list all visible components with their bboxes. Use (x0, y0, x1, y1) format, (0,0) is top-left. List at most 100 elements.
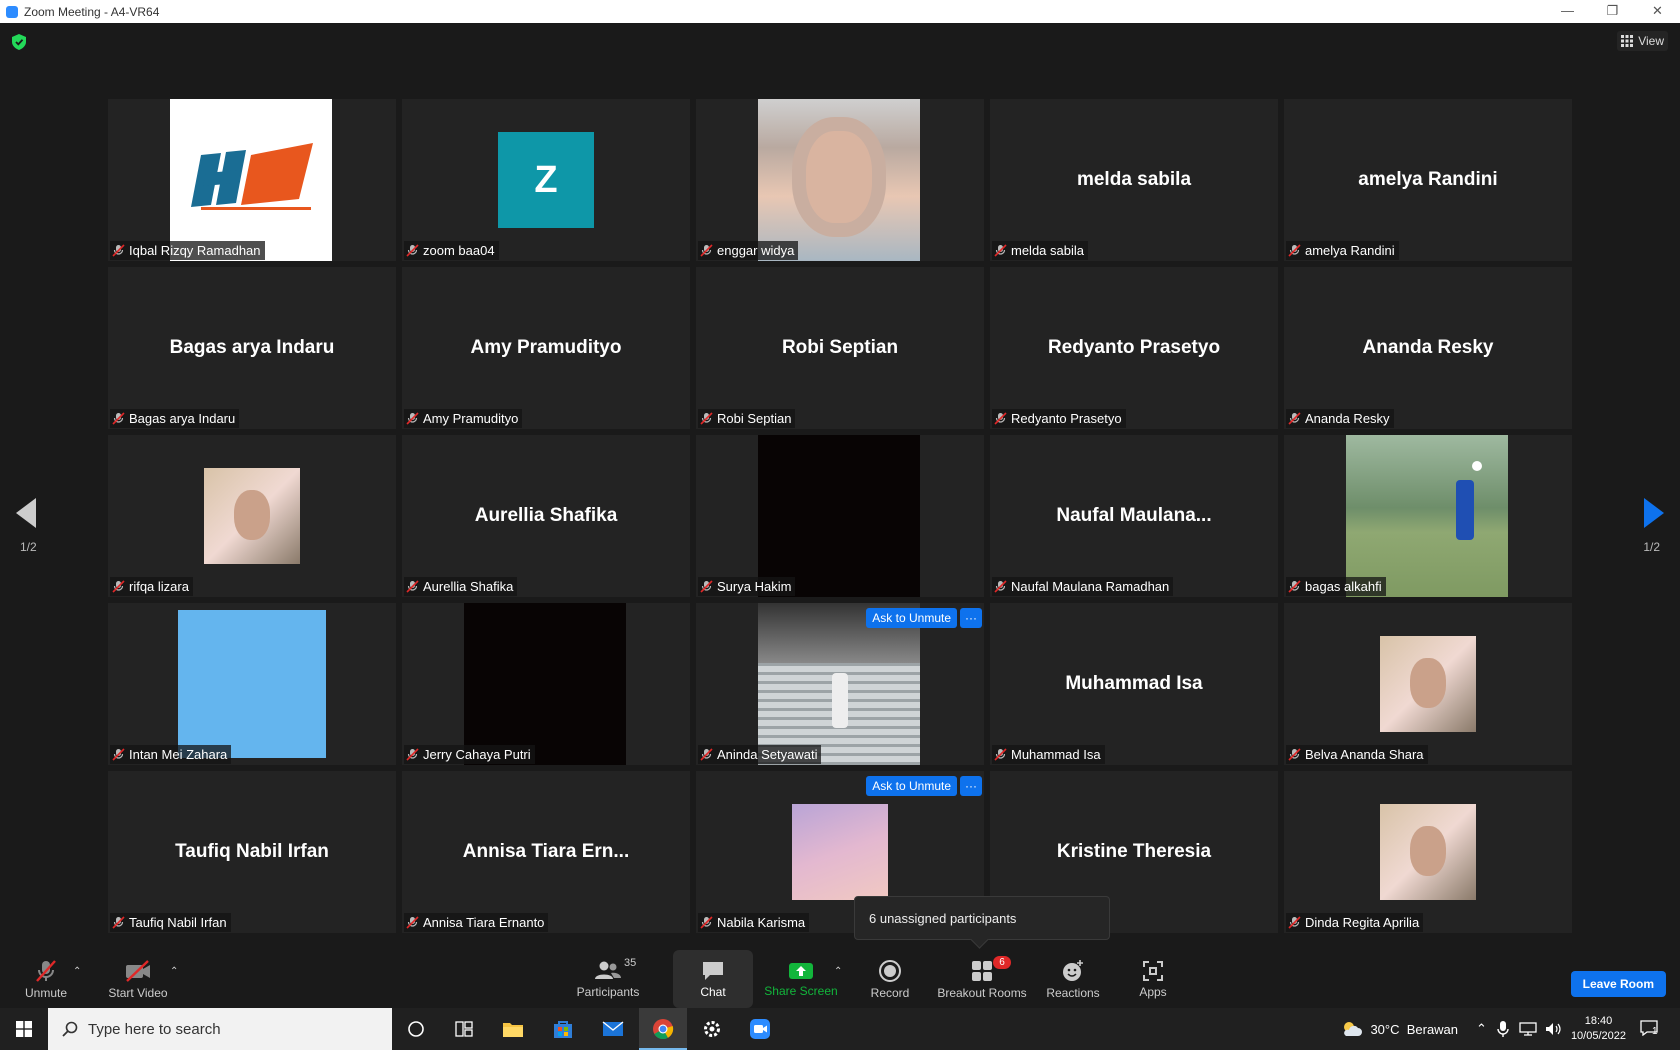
next-page-icon[interactable] (1644, 498, 1664, 528)
weather-text[interactable]: 30°C Berawan (1370, 1022, 1458, 1037)
unmute-button[interactable]: Unmute (18, 950, 74, 1008)
apps-button[interactable]: Apps (1138, 950, 1168, 1008)
record-button[interactable]: Record (867, 950, 913, 1008)
task-view-icon[interactable] (451, 1016, 477, 1042)
ask-to-unmute-button[interactable]: Ask to Unmute (866, 776, 957, 796)
participants-label: Participants (576, 984, 640, 999)
mail-icon[interactable] (600, 1016, 626, 1042)
network-icon[interactable] (1519, 1022, 1537, 1036)
restore-icon[interactable]: ❐ (1590, 0, 1635, 23)
volume-icon[interactable] (1545, 1022, 1563, 1036)
participant-name-label: Dinda Regita Aprilia (1286, 913, 1424, 932)
participant-name-label: Nabila Karisma (698, 913, 810, 932)
participant-tile[interactable]: Naufal Maulana... Naufal Maulana Ramadhan (990, 435, 1278, 597)
muted-microphone-icon (406, 244, 419, 257)
chrome-icon[interactable] (650, 1016, 676, 1042)
muted-microphone-icon (406, 748, 419, 761)
muted-microphone-icon (112, 412, 125, 425)
participant-tile[interactable]: Surya Hakim (696, 435, 984, 597)
shield-icon[interactable] (12, 34, 26, 50)
avatar-photo (1380, 804, 1476, 900)
share-screen-button[interactable]: Share Screen (764, 950, 838, 1008)
participant-tile[interactable]: Jerry Cahaya Putri (402, 603, 690, 765)
participant-tile[interactable]: Zzoom baa04 (402, 99, 690, 261)
ask-to-unmute-button[interactable]: Ask to Unmute (866, 608, 957, 628)
participant-tile[interactable]: Belva Ananda Shara (1284, 603, 1572, 765)
notifications-button[interactable]: 1 (1640, 1019, 1666, 1039)
apps-icon (1143, 960, 1163, 981)
participant-name: Nabila Karisma (717, 915, 806, 930)
breakout-rooms-button[interactable]: Breakout Rooms (936, 950, 1028, 1008)
participant-name-label: bagas alkahfi (1286, 577, 1386, 596)
reactions-button[interactable]: Reactions (1046, 950, 1100, 1008)
participant-tile[interactable]: rifqa lizara (108, 435, 396, 597)
show-hidden-icons-icon[interactable]: ⌃ (1476, 1021, 1487, 1037)
participant-tile[interactable]: bagas alkahfi (1284, 435, 1572, 597)
more-options-button[interactable]: ··· (960, 608, 982, 628)
reactions-label: Reactions (1046, 985, 1100, 1000)
participant-tile[interactable]: melda sabila melda sabila (990, 99, 1278, 261)
cortana-icon[interactable] (403, 1016, 429, 1042)
view-button[interactable]: View (1617, 31, 1668, 51)
participant-display-name: amelya Randini (1358, 169, 1498, 190)
participant-tile[interactable]: Redyanto Prasetyo Redyanto Prasetyo (990, 267, 1278, 429)
participant-tile[interactable]: Muhammad Isa Muhammad Isa (990, 603, 1278, 765)
participant-display-name: Aurellia Shafika (474, 505, 618, 526)
leave-room-button[interactable]: Leave Room (1570, 971, 1666, 997)
settings-gear-icon[interactable] (699, 1016, 725, 1042)
video-options-caret-icon[interactable]: ⌃ (170, 966, 178, 977)
participant-tile[interactable]: Bagas arya Indaru Bagas arya Indaru (108, 267, 396, 429)
taskbar-clock[interactable]: 18:40 10/05/2022 (1571, 1014, 1626, 1044)
taskbar-search-box[interactable]: Type here to search (48, 1008, 392, 1050)
participant-name: rifqa lizara (129, 579, 189, 594)
participant-tile[interactable]: amelya Randini amelya Randini (1284, 99, 1572, 261)
participants-count: 35 (624, 957, 637, 969)
apps-label: Apps (1139, 984, 1167, 999)
zoom-taskbar-icon[interactable] (747, 1016, 773, 1042)
start-video-button[interactable]: Start Video (106, 950, 170, 1008)
clock-time: 18:40 (1584, 1015, 1613, 1027)
share-options-caret-icon[interactable]: ⌃ (834, 966, 842, 977)
minimize-icon[interactable]: — (1545, 0, 1590, 23)
video-off-icon (126, 959, 150, 982)
participant-name-label: Surya Hakim (698, 577, 796, 596)
participant-tile[interactable]: Aninda Setyawati Ask to Unmute ··· (696, 603, 984, 765)
participant-name: Bagas arya Indaru (129, 411, 236, 426)
breakout-rooms-label: Breakout Rooms (937, 985, 1027, 1000)
participant-tile[interactable]: Intan Mei Zahara (108, 603, 396, 765)
participant-name: bagas alkahfi (1305, 579, 1382, 594)
participant-tile[interactable]: Annisa Tiara Ern... Annisa Tiara Ernanto (402, 771, 690, 933)
more-options-button[interactable]: ··· (960, 776, 982, 796)
file-explorer-icon[interactable] (500, 1016, 526, 1042)
participant-name: Redyanto Prasetyo (1011, 411, 1122, 426)
participant-name-label: Iqbal Rizqy Ramadhan (110, 241, 265, 260)
previous-page-icon[interactable] (16, 498, 36, 528)
muted-microphone-icon (1288, 412, 1301, 425)
participant-tile[interactable]: enggar widya (696, 99, 984, 261)
participant-name: Aninda Setyawati (717, 747, 818, 762)
microphone-tray-icon[interactable] (1497, 1021, 1509, 1037)
muted-microphone-icon (406, 916, 419, 929)
participant-tile[interactable]: Amy Pramudityo Amy Pramudityo (402, 267, 690, 429)
participant-name: Dinda Regita Aprilia (1305, 915, 1420, 930)
participant-tile[interactable]: Taufiq Nabil Irfan Taufiq Nabil Irfan (108, 771, 396, 933)
participant-tile[interactable]: Dinda Regita Aprilia (1284, 771, 1572, 933)
participant-tile[interactable]: Robi Septian Robi Septian (696, 267, 984, 429)
record-icon (879, 959, 901, 982)
audio-options-caret-icon[interactable]: ⌃ (73, 966, 81, 977)
participant-tile[interactable]: Aurellia Shafika Aurellia Shafika (402, 435, 690, 597)
windows-start-icon[interactable] (16, 1021, 32, 1037)
participant-name: Iqbal Rizqy Ramadhan (129, 243, 261, 258)
share-screen-label: Share Screen (764, 983, 838, 998)
avatar-photo (1346, 435, 1508, 597)
window-title: Zoom Meeting - A4-VR64 (24, 4, 160, 19)
share-screen-icon (789, 962, 813, 979)
chat-button[interactable]: Chat (673, 950, 753, 1008)
weather-cloud-sun-icon[interactable] (1340, 1020, 1363, 1038)
participant-tile[interactable]: Ananda Resky Ananda Resky (1284, 267, 1572, 429)
muted-microphone-icon (700, 748, 713, 761)
microsoft-store-icon[interactable] (550, 1016, 576, 1042)
participant-tile[interactable]: Iqbal Rizqy Ramadhan (108, 99, 396, 261)
participant-name: Surya Hakim (717, 579, 792, 594)
close-icon[interactable]: ✕ (1635, 0, 1680, 23)
